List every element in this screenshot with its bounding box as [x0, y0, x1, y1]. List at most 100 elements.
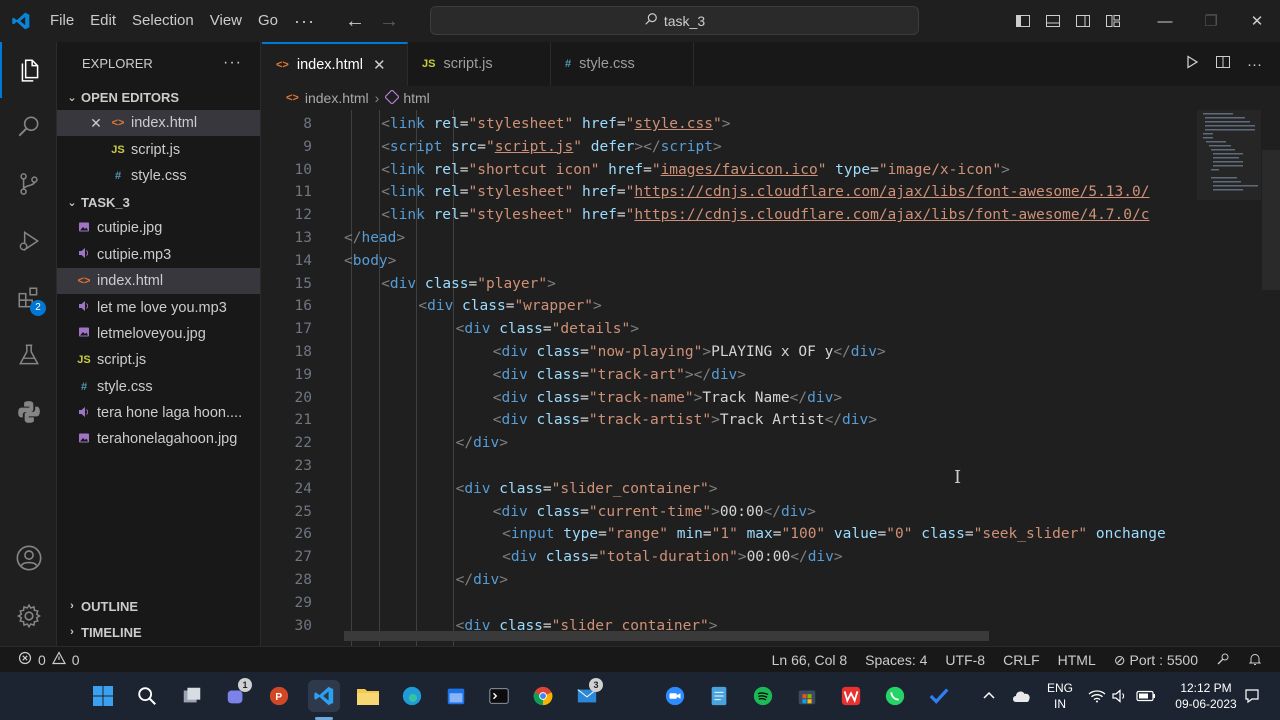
menu-edit[interactable]: Edit: [82, 0, 124, 42]
whatsapp-icon[interactable]: [879, 680, 911, 712]
customize-layout-icon[interactable]: [1098, 0, 1128, 42]
code-line[interactable]: 14 <body>: [262, 250, 1197, 273]
tray-overflow-icon[interactable]: [982, 672, 996, 720]
code-line[interactable]: 16 <div class="wrapper">: [262, 295, 1197, 318]
file-tree-item[interactable]: # style.css: [57, 374, 260, 400]
file-tree-item[interactable]: <> index.html: [57, 267, 260, 295]
encoding[interactable]: UTF-8: [945, 652, 985, 668]
run-icon[interactable]: [1185, 55, 1199, 73]
vscode-taskbar-icon[interactable]: [308, 680, 340, 712]
split-editor-icon[interactable]: [1215, 54, 1231, 74]
timeline-section[interactable]: › TIMELINE: [57, 619, 261, 645]
maximize-icon[interactable]: ❐: [1188, 0, 1234, 42]
file-tree-item[interactable]: cutipie.jpg: [57, 215, 260, 241]
cursor-position[interactable]: Ln 66, Col 8: [772, 652, 848, 668]
folder-section[interactable]: ⌄ TASK_3: [57, 189, 260, 215]
open-editor-item[interactable]: ✕ <> index.html: [57, 110, 260, 137]
code-line[interactable]: 21 <div class="track-artist">Track Artist…: [262, 409, 1197, 432]
edge-browser-icon[interactable]: [396, 680, 428, 712]
spotify-icon[interactable]: [747, 680, 779, 712]
todo-check-icon[interactable]: [923, 680, 955, 712]
account-icon[interactable]: [0, 530, 57, 586]
live-server-port[interactable]: ⊘ Port : 5500: [1114, 652, 1198, 669]
open-editor-item[interactable]: JS script.js: [57, 136, 260, 162]
code-line[interactable]: 18 <div class="now-playing">PLAYING x OF …: [262, 341, 1197, 364]
notifications-bell-icon[interactable]: [1248, 652, 1262, 669]
file-tree-item[interactable]: cutipie.mp3: [57, 242, 260, 268]
close-window-icon[interactable]: ✕: [1234, 0, 1280, 42]
breadcrumb-file[interactable]: index.html: [305, 90, 369, 106]
problems-indicator[interactable]: 0 0: [0, 651, 80, 668]
file-tree-item[interactable]: tera hone laga hoon....: [57, 400, 260, 426]
close-tab-icon[interactable]: ✕: [373, 56, 386, 74]
feedback-icon[interactable]: [1216, 652, 1230, 669]
store-icon[interactable]: [791, 680, 823, 712]
toggle-primary-sidebar-icon[interactable]: [1008, 0, 1038, 42]
horizontal-scrollbar[interactable]: [344, 631, 989, 641]
code-line[interactable]: 13 </head>: [262, 227, 1197, 250]
onedrive-cloud-icon[interactable]: [1012, 672, 1032, 720]
command-center-search[interactable]: task_3: [430, 6, 919, 35]
explorer-icon[interactable]: [0, 42, 57, 98]
code-line[interactable]: 19 <div class="track-art"></div>: [262, 364, 1197, 387]
open-editor-item[interactable]: # style.css: [57, 163, 260, 189]
menu-view[interactable]: View: [202, 0, 250, 42]
search-sidebar-icon[interactable]: [0, 99, 57, 155]
close-icon[interactable]: ✕: [87, 115, 105, 132]
menu-selection[interactable]: Selection: [124, 0, 202, 42]
end-of-line[interactable]: CRLF: [1003, 652, 1040, 668]
code-line[interactable]: 27 <div class="total-duration">00:00</div…: [262, 546, 1197, 569]
windows-start-icon[interactable]: [87, 680, 119, 712]
vertical-scrollbar[interactable]: [1262, 150, 1280, 290]
testing-flask-icon[interactable]: [0, 327, 57, 383]
file-tree-item[interactable]: JS script.js: [57, 347, 260, 373]
minimap[interactable]: [1197, 110, 1262, 646]
terminal-icon[interactable]: [483, 680, 515, 712]
volume-icon[interactable]: [1112, 672, 1128, 720]
wps-office-icon[interactable]: [835, 680, 867, 712]
open-editors-section[interactable]: ⌄ OPEN EDITORS: [57, 84, 260, 110]
file-explorer-icon[interactable]: [352, 680, 384, 712]
menu-go[interactable]: Go: [250, 0, 286, 42]
settings-gear-icon[interactable]: [0, 588, 57, 644]
notepad-icon[interactable]: [703, 680, 735, 712]
code-line[interactable]: 29: [262, 592, 1197, 615]
more-actions-icon[interactable]: ···: [1247, 56, 1262, 73]
toggle-panel-icon[interactable]: [1038, 0, 1068, 42]
wifi-icon[interactable]: [1088, 672, 1106, 720]
extensions-icon[interactable]: 2: [0, 270, 57, 326]
back-arrow-icon[interactable]: ←: [343, 10, 367, 33]
source-control-icon[interactable]: [0, 156, 57, 212]
code-line[interactable]: 8 <link rel="stylesheet" href="style.css"…: [262, 113, 1197, 136]
chrome-icon[interactable]: [527, 680, 559, 712]
minimize-icon[interactable]: —: [1142, 0, 1188, 42]
code-line[interactable]: 10 <link rel="shortcut icon" href="images…: [262, 159, 1197, 182]
file-tree-item[interactable]: terahonelagahoon.jpg: [57, 426, 260, 452]
python-icon[interactable]: [0, 384, 57, 440]
zoom-icon[interactable]: [659, 680, 691, 712]
powerpoint-icon[interactable]: P: [263, 680, 295, 712]
toggle-secondary-sidebar-icon[interactable]: [1068, 0, 1098, 42]
language-indicator[interactable]: ENG IN: [1044, 680, 1076, 712]
task-view-icon[interactable]: [176, 680, 208, 712]
forward-arrow-icon[interactable]: →: [377, 10, 401, 33]
system-clock[interactable]: 12:12 PM 09-06-2023: [1172, 680, 1240, 712]
tab-style-css[interactable]: # style.css: [551, 42, 694, 86]
outline-section[interactable]: › OUTLINE: [57, 593, 261, 619]
code-line[interactable]: 17 <div class="details">: [262, 318, 1197, 341]
code-line[interactable]: 25 <div class="current-time">00:00</div>: [262, 501, 1197, 524]
menu-more-icon[interactable]: ···: [286, 0, 323, 42]
code-editor[interactable]: 8 <link rel="stylesheet" href="style.css"…: [262, 110, 1280, 646]
code-line[interactable]: 20 <div class="track-name">Track Name</di…: [262, 387, 1197, 410]
notification-center-icon[interactable]: [1244, 672, 1260, 720]
explorer-more-icon[interactable]: ···: [223, 54, 242, 72]
menu-file[interactable]: File: [42, 0, 82, 42]
code-line[interactable]: 28 </div>: [262, 569, 1197, 592]
code-line[interactable]: 12 <link rel="stylesheet" href="https://c…: [262, 204, 1197, 227]
calendar-icon[interactable]: [440, 680, 472, 712]
code-line[interactable]: 22 </div>: [262, 432, 1197, 455]
code-line[interactable]: 24 <div class="slider_container">: [262, 478, 1197, 501]
battery-icon[interactable]: [1136, 672, 1156, 720]
run-debug-icon[interactable]: [0, 213, 57, 269]
indentation[interactable]: Spaces: 4: [865, 652, 927, 668]
